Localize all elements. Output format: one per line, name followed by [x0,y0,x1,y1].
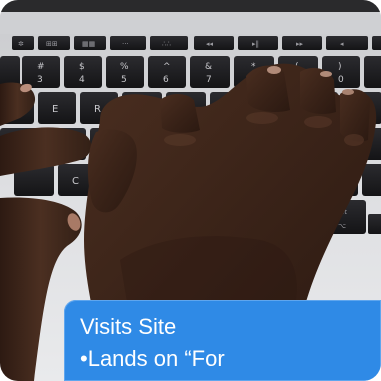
key-label-4: 4 [79,75,85,85]
caption-bullet-item: •Lands on “For [80,346,225,371]
screen-bezel [0,0,381,12]
svg-text:···: ··· [122,40,129,48]
key-f10 [372,36,381,50]
key-label-c: C [72,176,79,187]
svg-text:◂: ◂ [340,40,344,48]
svg-text:✲: ✲ [18,40,24,48]
key-label-e: E [52,104,58,115]
key-label-3: 3 [37,75,43,85]
key-label-hash: # [37,62,45,72]
key-label-r: R [94,104,101,115]
key-shift-right [362,164,381,196]
key-label-dollar: $ [79,62,85,72]
key-label-5: 5 [121,75,127,85]
key-minus [364,56,381,88]
key-label-amp: & [205,62,212,72]
key-label-caret: ^ [163,62,171,72]
svg-text:▦▦: ▦▦ [82,40,95,48]
svg-text:▸▸: ▸▸ [296,40,304,48]
photo-card: ✲ ⊞⊞ ▦▦ ··· ∴∴ ◂◂ ▸‖ ▸▸ ◂ # 3 $ 4 % 5 ^ … [0,0,381,381]
caption-title: Visits Site [80,314,177,339]
key-label-7: 7 [206,75,212,85]
key-label-rparen: ) [338,62,342,72]
key-label-6: 6 [163,75,169,85]
svg-text:∴∴: ∴∴ [162,40,171,48]
caption-box: Visits Site •Lands on “For [64,300,381,381]
key-arrow-left [368,214,381,234]
key-label-0: 0 [338,75,344,85]
key-f6 [194,36,234,50]
svg-text:▸‖: ▸‖ [252,40,259,48]
svg-text:⌥: ⌥ [338,222,346,230]
svg-text:⊞⊞: ⊞⊞ [46,40,58,48]
key-f9 [326,36,368,50]
svg-text:◂◂: ◂◂ [206,40,214,48]
key-label-percent: % [120,62,129,72]
